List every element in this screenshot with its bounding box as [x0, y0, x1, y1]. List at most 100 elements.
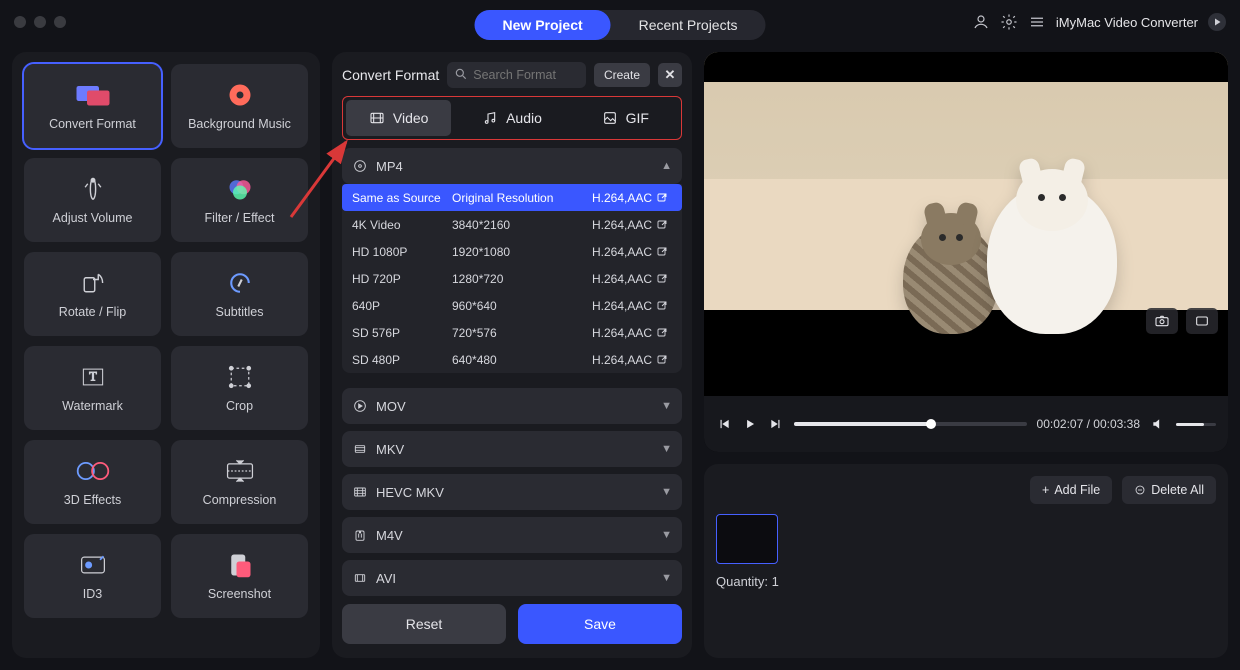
adjust-volume-icon — [75, 175, 111, 203]
preset-row[interactable]: HD 1080P1920*1080H.264,AAC — [342, 238, 682, 265]
tool-rotate-flip[interactable]: Rotate / Flip — [24, 252, 161, 336]
format-group-m4v[interactable]: M4V ▼ — [342, 517, 682, 553]
close-button[interactable]: ✕ — [658, 63, 682, 87]
preset-row[interactable]: 4K Video3840*2160H.264,AAC — [342, 211, 682, 238]
format-group-label: MOV — [376, 399, 406, 414]
edit-preset-icon[interactable] — [652, 327, 672, 339]
delete-all-button[interactable]: Delete All — [1122, 476, 1216, 504]
save-button[interactable]: Save — [518, 604, 682, 644]
window-controls[interactable] — [14, 16, 66, 28]
format-group-label: AVI — [376, 571, 396, 586]
format-group-mp4[interactable]: MP4 ▲ — [342, 148, 682, 184]
tool-screenshot[interactable]: Screenshot — [171, 534, 308, 618]
preset-resolution: 3840*2160 — [452, 218, 562, 232]
fullscreen-button[interactable] — [1186, 308, 1218, 334]
preset-row[interactable]: Same as SourceOriginal ResolutionH.264,A… — [342, 184, 682, 211]
queue-thumbnail[interactable] — [716, 514, 778, 564]
chevron-down-icon: ▼ — [661, 486, 672, 498]
snapshot-button[interactable] — [1146, 308, 1178, 334]
tool-label: Crop — [226, 399, 253, 413]
edit-preset-icon[interactable] — [652, 246, 672, 258]
tool-label: Filter / Effect — [205, 211, 275, 225]
edit-preset-icon[interactable] — [652, 354, 672, 366]
minimize-dot[interactable] — [34, 16, 46, 28]
video-frame[interactable] — [704, 52, 1228, 396]
add-file-button[interactable]: +Add File — [1030, 476, 1112, 504]
tool-label: Watermark — [62, 399, 123, 413]
edit-preset-icon[interactable] — [652, 219, 672, 231]
quantity-label: Quantity: 1 — [716, 574, 1216, 589]
format-group-hevcmkv[interactable]: HEVC MKV ▼ — [342, 474, 682, 510]
tab-new-project[interactable]: New Project — [475, 10, 611, 40]
preset-codec: H.264,AAC — [562, 191, 652, 205]
tab-video[interactable]: Video — [346, 100, 451, 136]
preset-resolution: 1280*720 — [452, 272, 562, 286]
format-group-label: M4V — [376, 528, 403, 543]
gear-icon[interactable] — [1000, 13, 1018, 31]
preset-codec: H.264,AAC — [562, 218, 652, 232]
tool-crop[interactable]: Crop — [171, 346, 308, 430]
account-icon[interactable] — [972, 13, 990, 31]
tool-watermark[interactable]: TWatermark — [24, 346, 161, 430]
create-button[interactable]: Create — [594, 63, 650, 87]
preset-row[interactable]: SD 480P640*480H.264,AAC — [342, 346, 682, 373]
tool-background-music[interactable]: Background Music — [171, 64, 308, 148]
tool-subtitles[interactable]: Subtitles — [171, 252, 308, 336]
tool-convert-format[interactable]: Convert Format — [24, 64, 161, 148]
tool-id3[interactable]: ID3 — [24, 534, 161, 618]
subtitles-icon — [222, 269, 258, 297]
format-group-label: MP4 — [376, 159, 403, 174]
volume-slider[interactable] — [1176, 423, 1216, 426]
preset-row[interactable]: 640P960*640H.264,AAC — [342, 292, 682, 319]
prev-button[interactable] — [716, 416, 732, 432]
chevron-down-icon: ▼ — [661, 400, 672, 412]
reset-button[interactable]: Reset — [342, 604, 506, 644]
chevron-down-icon: ▼ — [661, 529, 672, 541]
convert-format-icon — [75, 81, 111, 109]
compression-icon — [222, 457, 258, 485]
edit-preset-icon[interactable] — [652, 273, 672, 285]
preset-resolution: 960*640 — [452, 299, 562, 313]
preset-name: HD 720P — [352, 272, 452, 286]
menu-icon[interactable] — [1028, 13, 1046, 31]
crop-icon — [222, 363, 258, 391]
tool-3d-effects[interactable]: 3D Effects — [24, 440, 161, 524]
preset-row[interactable]: HD 720P1280*720H.264,AAC — [342, 265, 682, 292]
tool-label: Convert Format — [49, 117, 136, 131]
maximize-dot[interactable] — [54, 16, 66, 28]
tab-gif[interactable]: GIF — [573, 100, 678, 136]
preset-resolution: 720*576 — [452, 326, 562, 340]
format-group-label: HEVC MKV — [376, 485, 444, 500]
format-group-mov[interactable]: MOV ▼ — [342, 388, 682, 424]
preset-name: SD 480P — [352, 353, 452, 367]
close-dot[interactable] — [14, 16, 26, 28]
tab-recent-projects[interactable]: Recent Projects — [611, 10, 766, 40]
volume-icon[interactable] — [1150, 416, 1166, 432]
time-display: 00:02:07 / 00:03:38 — [1037, 417, 1140, 431]
tool-grid: Convert Format Background Music Adjust Vol… — [12, 52, 320, 658]
preset-name: 640P — [352, 299, 452, 313]
tab-audio[interactable]: Audio — [459, 100, 564, 136]
play-button[interactable] — [742, 416, 758, 432]
format-group-avi[interactable]: AVI▼ — [342, 560, 682, 596]
filter-effect-icon — [222, 175, 258, 203]
chevron-down-icon: ▼ — [661, 443, 672, 455]
tool-adjust-volume[interactable]: Adjust Volume — [24, 158, 161, 242]
progress-bar[interactable] — [794, 422, 1027, 426]
preset-resolution: 1920*1080 — [452, 245, 562, 259]
format-group-mkv[interactable]: MKV▼ — [342, 431, 682, 467]
preset-name: Same as Source — [352, 191, 452, 205]
preset-row[interactable]: SD 576P720*576H.264,AAC — [342, 319, 682, 346]
next-button[interactable] — [768, 416, 784, 432]
preset-codec: H.264,AAC — [562, 272, 652, 286]
rotate-flip-icon — [75, 269, 111, 297]
tool-compression[interactable]: Compression — [171, 440, 308, 524]
tool-filter-effect[interactable]: Filter / Effect — [171, 158, 308, 242]
tool-label: Background Music — [188, 117, 291, 131]
format-category-tabs: Video Audio GIF — [342, 96, 682, 140]
preset-codec: H.264,AAC — [562, 326, 652, 340]
edit-preset-icon[interactable] — [652, 300, 672, 312]
edit-preset-icon[interactable] — [652, 192, 672, 204]
background-music-icon — [222, 81, 258, 109]
tool-label: Adjust Volume — [53, 211, 133, 225]
